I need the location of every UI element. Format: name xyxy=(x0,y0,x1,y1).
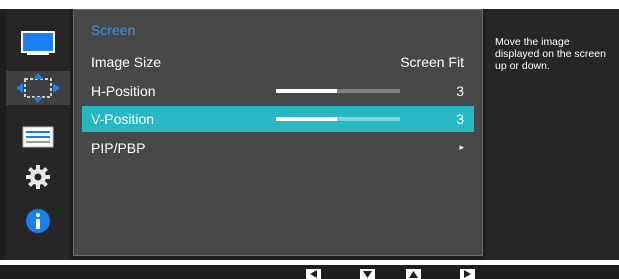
down-arrow-button[interactable] xyxy=(360,269,375,279)
left-arrow-button[interactable] xyxy=(306,269,321,279)
menu-item-pip-pbp[interactable]: PIP/PBP ▸ xyxy=(82,135,474,161)
menu-item-value: Screen Fit xyxy=(400,54,464,70)
v-position-slider-fill xyxy=(276,117,337,121)
sidebar xyxy=(6,9,70,260)
settings-bars-icon[interactable] xyxy=(20,122,56,152)
menu-item-label: H-Position xyxy=(91,83,156,99)
menu-item-image-size[interactable]: Image Size Screen Fit xyxy=(82,49,474,75)
info-icon[interactable] xyxy=(20,206,56,236)
menu-item-value: 3 xyxy=(456,111,464,127)
h-position-slider-fill xyxy=(276,89,337,93)
screen-menu-panel: Screen Image Size Screen Fit H-Position … xyxy=(73,9,483,256)
monitor-icon[interactable] xyxy=(20,29,56,59)
left-arrow-icon xyxy=(310,270,317,278)
menu-item-label: Image Size xyxy=(91,54,162,70)
right-arrow-button[interactable] xyxy=(460,269,475,279)
up-arrow-icon xyxy=(409,271,418,278)
gear-icon[interactable] xyxy=(20,162,56,192)
up-arrow-button[interactable] xyxy=(406,269,421,279)
submenu-arrow-icon: ▸ xyxy=(459,142,464,152)
menu-item-h-position[interactable]: H-Position 3 xyxy=(82,78,474,104)
bottom-nav-bar xyxy=(0,265,619,279)
down-arrow-icon xyxy=(363,271,372,278)
position-arrows-icon[interactable] xyxy=(6,71,70,105)
menu-item-label: V-Position xyxy=(91,111,155,127)
help-text: Move the image displayed on the screen u… xyxy=(495,36,606,72)
h-position-slider[interactable] xyxy=(276,89,400,93)
help-panel: Move the image displayed on the screen u… xyxy=(486,9,619,260)
v-position-slider[interactable] xyxy=(276,117,400,121)
menu-item-v-position[interactable]: V-Position 3 xyxy=(82,106,474,132)
menu-item-label: PIP/PBP xyxy=(91,140,146,156)
menu-item-value: 3 xyxy=(456,83,464,99)
right-arrow-icon xyxy=(464,270,471,278)
menu-title: Screen xyxy=(91,22,136,38)
